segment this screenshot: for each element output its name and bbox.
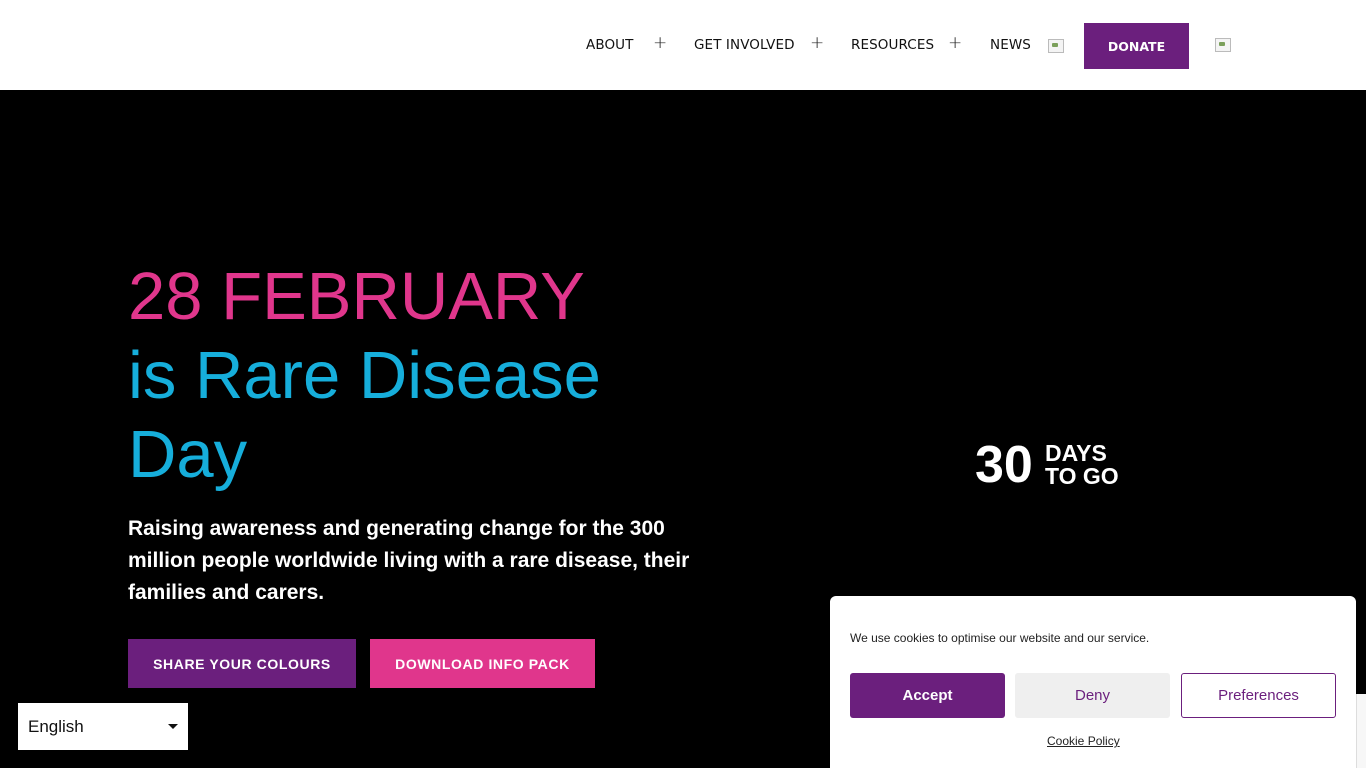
recaptcha-badge[interactable] [1356,694,1366,768]
hero-heading-line2: is Rare Disease [128,338,601,413]
expand-about-icon[interactable]: + [653,33,667,53]
countdown-number: 30 [975,436,1033,494]
broken-image-icon[interactable] [1215,38,1231,52]
share-your-colours-button[interactable]: SHARE YOUR COLOURS [128,639,356,688]
nav-item-about[interactable]: ABOUT [586,37,634,53]
cookie-message: We use cookies to optimise our website a… [850,631,1150,645]
expand-resources-icon[interactable]: + [948,33,962,53]
countdown-to-go-label: TO GO [1045,463,1119,489]
main-nav: ABOUT + GET INVOLVED + RESOURCES + NEWS … [0,0,1366,90]
hero-lead-text: Raising awareness and generating change … [128,517,690,604]
cookie-preferences-button[interactable]: Preferences [1181,673,1336,718]
donate-button[interactable]: DONATE [1084,23,1189,69]
cookie-policy-link[interactable]: Cookie Policy [1047,734,1120,748]
language-select[interactable]: English [18,703,188,750]
hero-heading-line3: Day [128,417,248,492]
countdown-days-label: DAYS [1045,440,1107,466]
nav-item-news[interactable]: NEWS [990,37,1031,53]
language-selected-value: English [28,716,84,736]
site-header: ABOUT + GET INVOLVED + RESOURCES + NEWS … [0,0,1366,90]
cookie-accept-button[interactable]: Accept [850,673,1005,718]
download-info-pack-button[interactable]: DOWNLOAD INFO PACK [370,639,595,688]
expand-get-involved-icon[interactable]: + [810,33,824,53]
hero-date-heading: 28 FEBRUARY [128,259,585,334]
nav-item-get-involved[interactable]: GET INVOLVED [694,37,795,53]
broken-image-icon[interactable] [1048,39,1064,53]
nav-item-resources[interactable]: RESOURCES [851,37,934,53]
chevron-down-icon [168,724,178,729]
cookie-deny-button[interactable]: Deny [1015,673,1170,718]
cookie-banner: We use cookies to optimise our website a… [830,596,1356,768]
